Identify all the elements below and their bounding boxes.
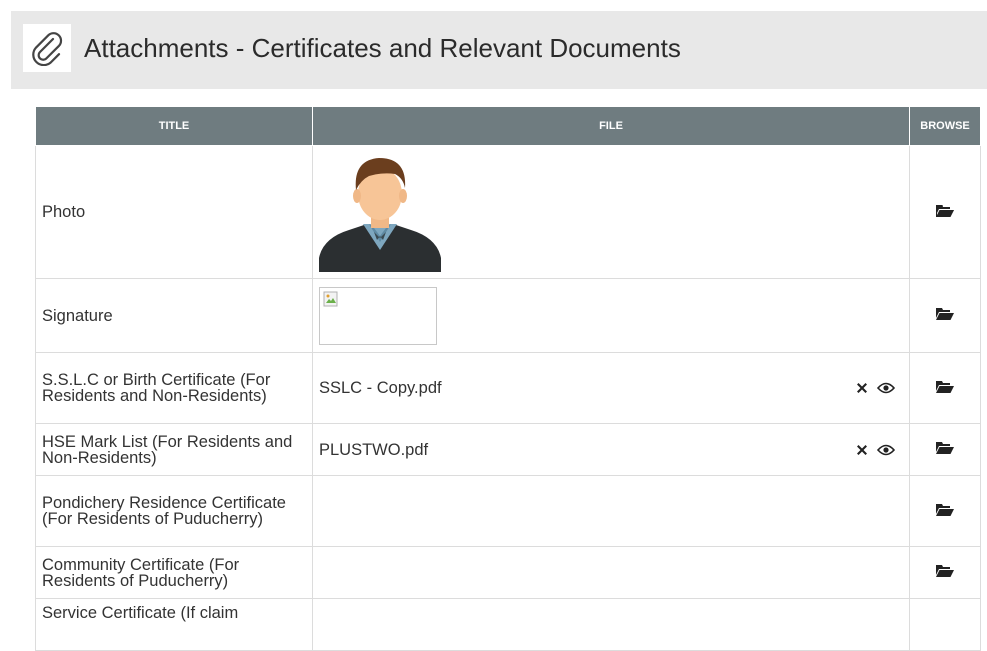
browse-cell [909,423,981,476]
table-row-sslc: S.S.L.C or Birth Certificate (For Reside… [35,352,981,424]
table-row-service: Service Certificate (If claim [35,598,981,651]
row-title: Pondichery Residence Certificate (For Re… [35,475,313,547]
column-header-browse: BROWSE [909,106,981,146]
browse-cell [909,145,981,279]
folder-open-icon[interactable] [935,306,955,322]
attachments-table: TITLE FILE BROWSE Photo Signature S.S.L.… [35,106,981,651]
row-title: Photo [35,145,313,279]
photo-preview-cell [312,145,910,279]
folder-open-icon[interactable] [935,440,955,456]
row-title: HSE Mark List (For Residents and Non-Res… [35,423,313,476]
view-file-eye-icon[interactable] [877,382,895,394]
table-header-row: TITLE FILE BROWSE [35,106,981,146]
file-cell [312,598,910,651]
browse-cell [909,598,981,651]
remove-file-icon[interactable] [855,443,869,457]
table-row-residence: Pondichery Residence Certificate (For Re… [35,475,981,547]
file-cell [312,475,910,547]
page-title: Attachments - Certificates and Relevant … [84,33,681,63]
signature-preview-cell [312,278,910,353]
folder-open-icon[interactable] [935,379,955,395]
remove-file-icon[interactable] [855,381,869,395]
column-header-title: TITLE [35,106,313,146]
view-file-eye-icon[interactable] [877,444,895,456]
file-cell: PLUSTWO.pdf [312,423,910,476]
browse-cell [909,475,981,547]
folder-open-icon[interactable] [935,203,955,219]
browse-cell [909,546,981,599]
file-cell: SSLC - Copy.pdf [312,352,910,424]
row-title: Signature [35,278,313,353]
paperclip-icon [29,30,65,66]
avatar-photo [319,150,441,272]
broken-image-icon [323,291,339,307]
table-row-community: Community Certificate (For Residents of … [35,546,981,599]
row-title: Community Certificate (For Residents of … [35,546,313,599]
paperclip-icon-box [23,24,71,72]
table-row-hse: HSE Mark List (For Residents and Non-Res… [35,423,981,476]
row-title: S.S.L.C or Birth Certificate (For Reside… [35,352,313,424]
signature-image-placeholder [319,286,437,345]
file-name: SSLC - Copy.pdf [319,379,442,397]
folder-open-icon[interactable] [935,563,955,579]
table-row-photo: Photo [35,145,981,279]
table-row-signature: Signature [35,278,981,353]
browse-cell [909,278,981,353]
file-name: PLUSTWO.pdf [319,440,429,459]
file-cell [312,546,910,599]
row-title: Service Certificate (If claim [35,598,313,651]
browse-cell [909,352,981,424]
attachments-table-wrap: TITLE FILE BROWSE Photo Signature S.S.L.… [35,106,981,651]
folder-open-icon[interactable] [935,502,955,518]
column-header-file: FILE [312,106,910,146]
